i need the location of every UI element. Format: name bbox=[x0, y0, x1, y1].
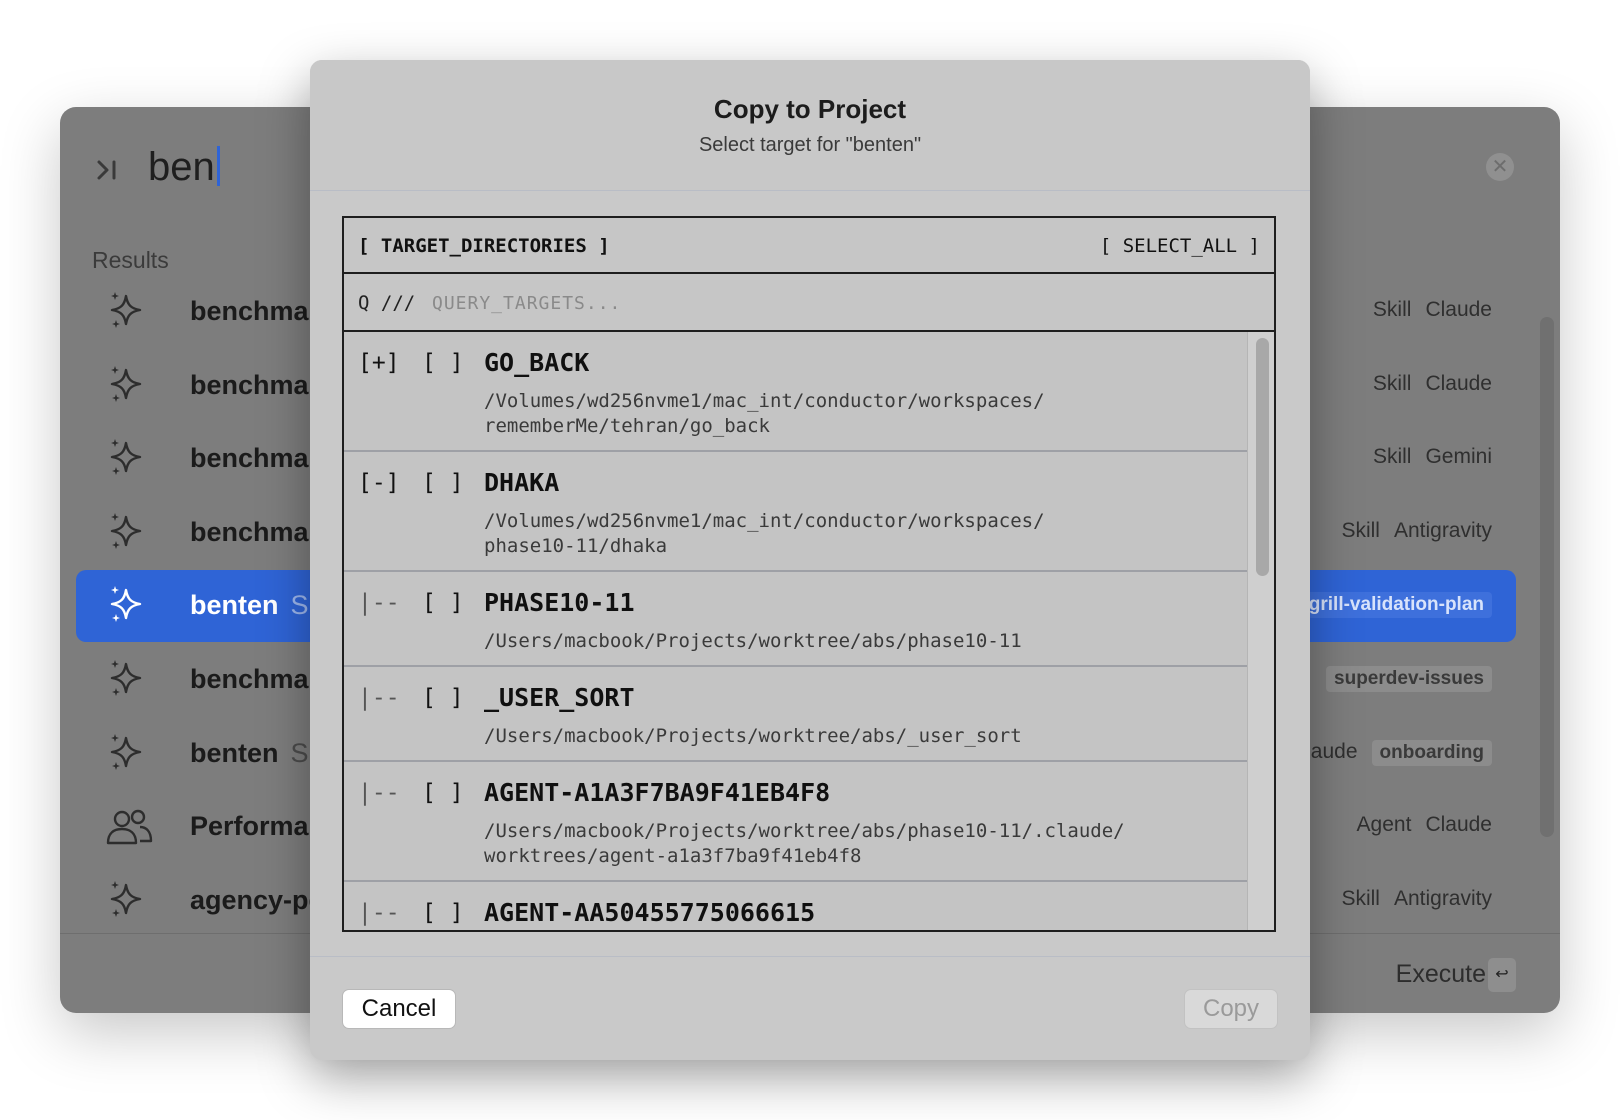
dialog-header: Copy to Project Select target for "bente… bbox=[310, 60, 1310, 191]
result-meta-item: Agent bbox=[1356, 813, 1412, 837]
result-meta-item: Antigravity bbox=[1393, 518, 1492, 542]
copy-button[interactable]: Copy bbox=[1184, 989, 1278, 1029]
scrollbar-thumb[interactable] bbox=[1256, 338, 1269, 576]
target-list: [+] [ ] GO_BACK/Volumes/wd256nvme1/mac_int… bbox=[344, 332, 1249, 930]
target-path-line: /Users/macbook/Projects/worktree/abs/_us… bbox=[484, 725, 1022, 747]
target-checkbox[interactable]: [ ] bbox=[422, 590, 464, 616]
query-prefix: Q /// bbox=[358, 292, 416, 314]
target-path-line: /Volumes/wd256nvme1/mac_int/conductor/wo… bbox=[484, 390, 1045, 412]
target-checkbox[interactable]: [ ] bbox=[422, 685, 464, 711]
sparkle-icon bbox=[104, 879, 148, 923]
result-meta: Agent Claude bbox=[1343, 813, 1492, 837]
sparkle-icon bbox=[104, 364, 148, 408]
target-name: DHAKA bbox=[484, 468, 560, 497]
target-checkbox[interactable]: [ ] bbox=[422, 900, 464, 926]
text-caret bbox=[216, 146, 220, 186]
target-path-line: worktrees/agent-a1a3f7ba9f41eb4f8 bbox=[484, 845, 862, 867]
target-path-line: /Users/macbook/Projects/worktree/abs/pha… bbox=[484, 820, 1125, 842]
target-path-line: rememberMe/tehran/go_back bbox=[484, 415, 770, 437]
target-checkbox[interactable]: [ ] bbox=[422, 350, 464, 376]
target-checkbox[interactable]: [ ] bbox=[422, 470, 464, 496]
select-all-button[interactable]: [ SELECT_ALL ] bbox=[1100, 235, 1260, 257]
cancel-button[interactable]: Cancel bbox=[342, 989, 456, 1029]
expand-toggle[interactable]: [-] bbox=[358, 470, 400, 496]
tree-branch: |-- bbox=[358, 590, 400, 616]
sparkle-icon bbox=[104, 658, 148, 702]
copy-to-project-dialog: Copy to Project Select target for "bente… bbox=[310, 60, 1310, 1060]
target-path: /Users/macbook/Projects/worktree/abs/_us… bbox=[484, 724, 1204, 749]
panel-title: [ TARGET_DIRECTORIES ] bbox=[358, 235, 610, 257]
target-item[interactable]: |-- [ ] _USER_SORT/Users/macbook/Projects/… bbox=[344, 667, 1249, 762]
target-item[interactable]: |-- [ ] PHASE10-11/Users/macbook/Projects/… bbox=[344, 572, 1249, 667]
result-tag: onboarding bbox=[1371, 739, 1492, 766]
dialog-footer: Cancel Copy bbox=[310, 956, 1310, 1060]
result-meta-item: aude bbox=[1310, 739, 1358, 763]
result-meta-item: Gemini bbox=[1425, 445, 1492, 469]
result-meta: grill-validation-plan bbox=[1287, 592, 1492, 619]
clear-search-icon[interactable]: ✕ bbox=[1486, 153, 1514, 181]
result-meta-item: Antigravity bbox=[1393, 886, 1492, 910]
target-item[interactable]: |-- [ ] AGENT-A1A3F7BA9F41EB4F8/Users/macb… bbox=[344, 762, 1249, 882]
target-name: GO_BACK bbox=[484, 348, 590, 377]
result-meta: Skill Antigravity bbox=[1327, 887, 1492, 911]
result-meta-item: Claude bbox=[1425, 298, 1492, 321]
target-name: _USER_SORT bbox=[484, 683, 635, 712]
target-name: AGENT-AA50455775066615 bbox=[484, 898, 816, 927]
search-input[interactable]: ben bbox=[148, 145, 220, 190]
execute-button[interactable]: Execute bbox=[1396, 960, 1486, 989]
target-list-scrollbar[interactable] bbox=[1247, 332, 1274, 930]
target-path-line: phase10-11/dhaka bbox=[484, 535, 668, 557]
results-scrollbar[interactable] bbox=[1540, 317, 1554, 837]
target-path: /Volumes/wd256nvme1/mac_int/conductor/wo… bbox=[484, 389, 1204, 439]
sparkle-icon bbox=[104, 511, 148, 555]
result-meta-item: Skill bbox=[1341, 886, 1380, 910]
result-tag: superdev-issues bbox=[1326, 666, 1492, 692]
terminal-prompt-icon bbox=[97, 160, 116, 180]
target-item[interactable]: [+] [ ] GO_BACK/Volumes/wd256nvme1/mac_int… bbox=[344, 332, 1249, 452]
tree-branch: |-- bbox=[358, 780, 400, 806]
target-path: /Users/macbook/Projects/worktree/abs/pha… bbox=[484, 629, 1204, 654]
result-meta: Skill Antigravity bbox=[1327, 519, 1492, 543]
result-tag: grill-validation-plan bbox=[1300, 592, 1492, 619]
result-meta-item: Skill bbox=[1372, 371, 1412, 395]
result-meta: aude onboarding bbox=[1297, 739, 1492, 766]
result-meta: Skill Claude bbox=[1359, 298, 1492, 322]
result-meta: Skill Claude bbox=[1359, 372, 1492, 396]
sparkle-icon bbox=[104, 732, 148, 776]
target-path-line: /Volumes/wd256nvme1/mac_int/conductor/wo… bbox=[484, 510, 1045, 532]
result-title-text: benten bbox=[190, 590, 279, 621]
target-path-line: /Users/macbook/Projects/worktree/abs/pha… bbox=[484, 630, 1022, 652]
panel-header: [ TARGET_DIRECTORIES ] [ SELECT_ALL ] bbox=[344, 218, 1274, 274]
people-icon bbox=[104, 805, 153, 849]
results-heading: Results bbox=[92, 247, 169, 273]
target-path: /Users/macbook/Projects/worktree/abs/pha… bbox=[484, 819, 1204, 869]
sparkle-icon bbox=[104, 437, 148, 481]
tree-branch: |-- bbox=[358, 900, 400, 926]
tree-branch: |-- bbox=[358, 685, 400, 711]
target-directories-panel: [ TARGET_DIRECTORIES ] [ SELECT_ALL ] Q … bbox=[342, 216, 1276, 932]
result-meta: Skill Gemini bbox=[1359, 445, 1492, 469]
result-meta-item: Claude bbox=[1425, 371, 1492, 395]
sparkle-icon bbox=[104, 584, 148, 628]
target-name: PHASE10-11 bbox=[484, 588, 635, 617]
query-bar: Q /// bbox=[344, 274, 1274, 332]
sparkle-icon bbox=[104, 290, 148, 334]
target-path: /Volumes/wd256nvme1/mac_int/conductor/wo… bbox=[484, 509, 1204, 559]
dialog-title: Copy to Project bbox=[713, 94, 907, 124]
target-checkbox[interactable]: [ ] bbox=[422, 780, 464, 806]
result-meta-item: Skill bbox=[1341, 518, 1380, 542]
result-meta-item: Skill bbox=[1372, 298, 1412, 321]
target-name: AGENT-A1A3F7BA9F41EB4F8 bbox=[484, 778, 831, 807]
enter-key-icon: ↩ bbox=[1488, 958, 1516, 992]
dialog-subtitle: Select target for "benten" bbox=[698, 134, 922, 156]
result-meta-item: Skill bbox=[1372, 445, 1412, 469]
result-meta-item: Claude bbox=[1425, 813, 1492, 837]
target-item[interactable]: |-- [ ] AGENT-AA50455775066615 bbox=[344, 882, 1249, 930]
query-targets-input[interactable] bbox=[432, 286, 1132, 320]
result-meta: superdev-issues bbox=[1312, 666, 1492, 692]
expand-toggle[interactable]: [+] bbox=[358, 350, 400, 376]
target-item[interactable]: [-] [ ] DHAKA/Volumes/wd256nvme1/mac_int/c… bbox=[344, 452, 1249, 572]
result-title-text: benten bbox=[190, 737, 279, 768]
